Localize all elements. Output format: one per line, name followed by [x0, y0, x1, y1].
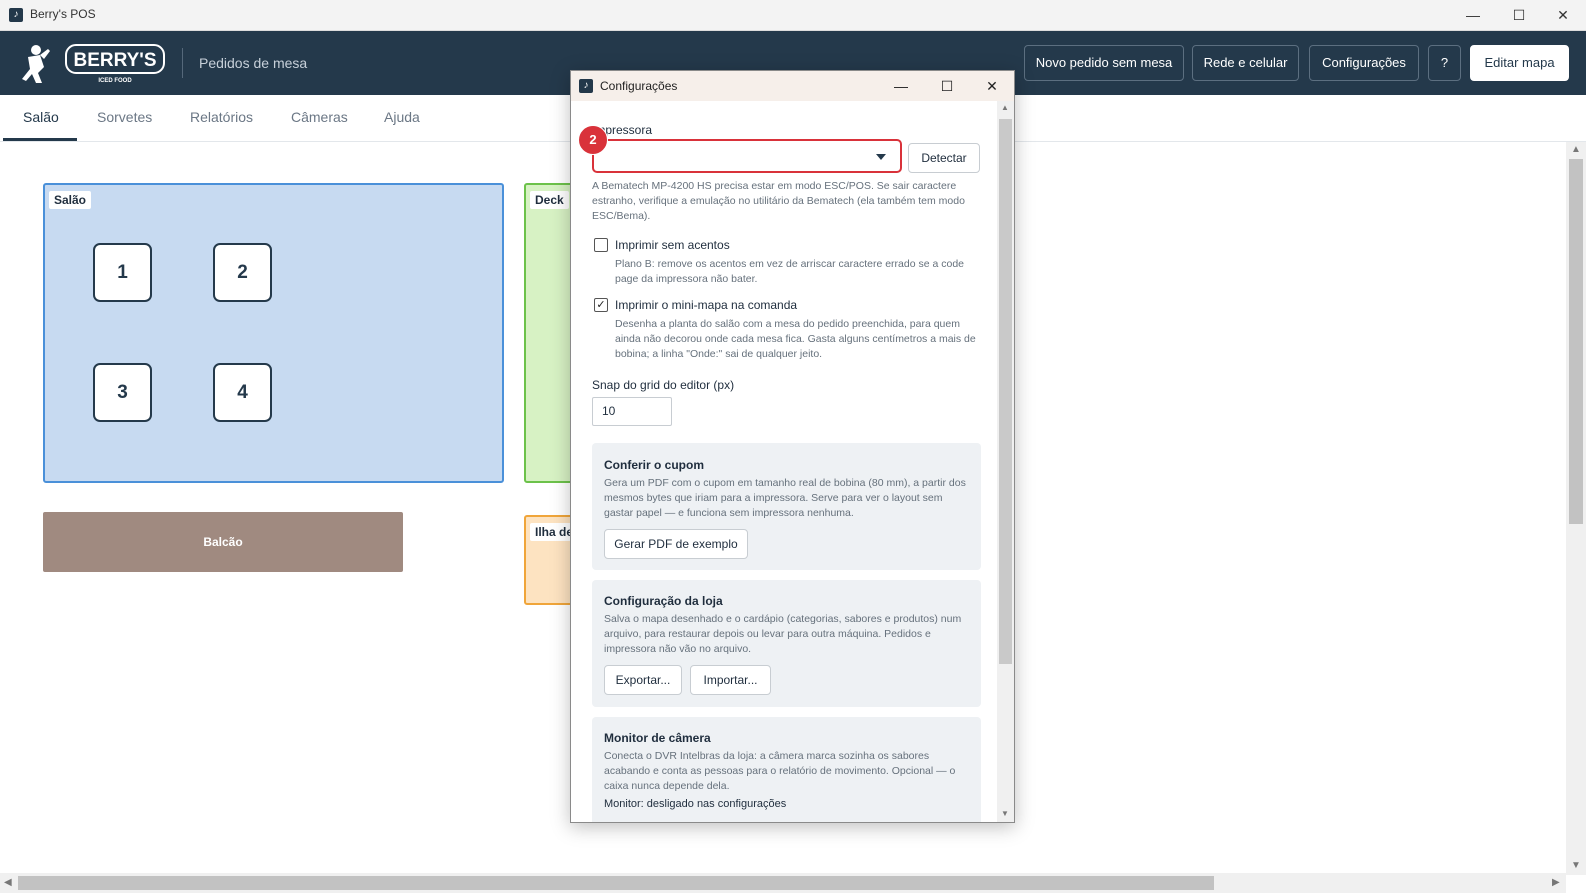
snap-label: Snap do grid do editor (px) — [592, 378, 735, 392]
camera-status: Monitor: desligado nas configurações — [604, 798, 787, 810]
camera-monitor-card: Monitor de câmera Conecta o DVR Intelbra… — [592, 717, 981, 822]
network-mobile-button[interactable]: Rede e celular — [1192, 45, 1299, 81]
dialog-scrollbar[interactable]: ▲ ▼ — [997, 101, 1014, 822]
scroll-down-icon[interactable]: ▼ — [1571, 860, 1581, 871]
close-icon[interactable]: ✕ — [1540, 0, 1586, 31]
snap-input[interactable]: 10 — [592, 397, 672, 426]
edit-map-button[interactable]: Editar mapa — [1470, 45, 1569, 81]
scroll-thumb[interactable] — [1569, 159, 1583, 524]
zone-label: Deck — [530, 191, 569, 209]
store-card-title: Configuração da loja — [604, 594, 723, 608]
table-2[interactable]: 2 — [213, 243, 272, 302]
chevron-down-icon[interactable] — [876, 154, 886, 160]
generate-sample-pdf-button[interactable]: Gerar PDF de exemplo — [604, 529, 748, 559]
zone-salao[interactable]: Salão — [43, 183, 504, 483]
tab-sorvetes[interactable]: Sorvetes — [97, 109, 152, 125]
mini-map-checkbox[interactable]: ✓ — [594, 298, 608, 312]
scroll-up-icon[interactable]: ▲ — [1001, 103, 1009, 112]
window-title: Berry's POS — [30, 7, 96, 21]
scroll-right-icon[interactable]: ▶ — [1552, 877, 1560, 888]
header-subtitle: Pedidos de mesa — [199, 55, 308, 71]
no-accents-label[interactable]: Imprimir sem acentos — [615, 238, 730, 252]
camera-card-title: Monitor de câmera — [604, 731, 711, 745]
no-accents-help: Plano B: remove os acentos em vez de arr… — [615, 258, 965, 285]
close-icon[interactable]: ✕ — [970, 71, 1014, 101]
logo-tagline: ICED FOOD — [98, 78, 132, 84]
table-3[interactable]: 3 — [93, 363, 152, 422]
tab-relatorios[interactable]: Relatórios — [190, 109, 253, 125]
settings-button[interactable]: Configurações — [1309, 45, 1419, 81]
scroll-thumb[interactable] — [18, 876, 1214, 890]
tab-ajuda[interactable]: Ajuda — [384, 109, 420, 125]
dialog-title: Configurações — [600, 79, 678, 93]
receipt-card-title: Conferir o cupom — [604, 458, 705, 472]
main-vertical-scrollbar[interactable]: ▲ ▼ — [1566, 142, 1586, 875]
receipt-card-text: Gera um PDF com o cupom em tamanho real … — [604, 477, 966, 519]
dialog-body: Impressora 2 Detectar A Bematech MP-4200… — [571, 101, 996, 822]
scroll-up-icon[interactable]: ▲ — [1571, 144, 1581, 155]
new-order-without-table-button[interactable]: Novo pedido sem mesa — [1024, 45, 1184, 81]
help-button[interactable]: ? — [1428, 45, 1461, 81]
store-config-card: Configuração da loja Salva o mapa desenh… — [592, 580, 981, 707]
berrys-logo: BERRY'S ICED FOOD — [18, 41, 168, 87]
detect-printer-button[interactable]: Detectar — [908, 143, 980, 173]
scroll-left-icon[interactable]: ◀ — [4, 877, 12, 888]
mini-map-help: Desenha a planta do salão com a mesa do … — [615, 318, 976, 360]
tab-salao[interactable]: Salão — [23, 109, 59, 125]
window-titlebar: ♪ Berry's POS — ☐ ✕ — [0, 0, 1586, 31]
maximize-icon[interactable]: ☐ — [1496, 0, 1542, 31]
printer-help: A Bematech MP-4200 HS precisa estar em m… — [592, 180, 965, 222]
minimize-icon[interactable]: — — [1450, 0, 1496, 31]
counter-balcao[interactable]: Balcão — [43, 512, 403, 572]
app-icon: ♪ — [9, 8, 23, 22]
scroll-down-icon[interactable]: ▼ — [1001, 809, 1009, 818]
camera-card-text: Conecta o DVR Intelbras da loja: a câmer… — [604, 750, 956, 792]
active-tab-indicator — [3, 138, 77, 141]
printer-select[interactable] — [592, 139, 902, 173]
maximize-icon[interactable]: ☐ — [925, 71, 969, 101]
scroll-thumb[interactable] — [999, 119, 1012, 664]
receipt-preview-card: Conferir o cupom Gera um PDF com o cupom… — [592, 443, 981, 570]
app-icon: ♪ — [579, 79, 593, 93]
logo-text: BERRY'S — [74, 50, 157, 71]
tab-cameras[interactable]: Câmeras — [291, 109, 348, 125]
table-4[interactable]: 4 — [213, 363, 272, 422]
no-accents-checkbox[interactable] — [594, 238, 608, 252]
mini-map-label[interactable]: Imprimir o mini-mapa na comanda — [615, 298, 797, 312]
step-badge: 2 — [578, 125, 608, 155]
main-horizontal-scrollbar[interactable]: ◀ ▶ — [0, 873, 1566, 893]
import-button[interactable]: Importar... — [690, 665, 771, 695]
zone-label: Salão — [49, 191, 92, 209]
store-card-text: Salva o mapa desenhado e o cardápio (cat… — [604, 613, 962, 655]
settings-dialog: ♪ Configurações — ☐ ✕ Impressora 2 Detec… — [570, 70, 1015, 823]
minimize-icon[interactable]: — — [879, 71, 923, 101]
export-button[interactable]: Exportar... — [604, 665, 682, 695]
table-1[interactable]: 1 — [93, 243, 152, 302]
dialog-titlebar: ♪ Configurações — ☐ ✕ — [571, 71, 1014, 101]
header-divider — [182, 48, 183, 78]
